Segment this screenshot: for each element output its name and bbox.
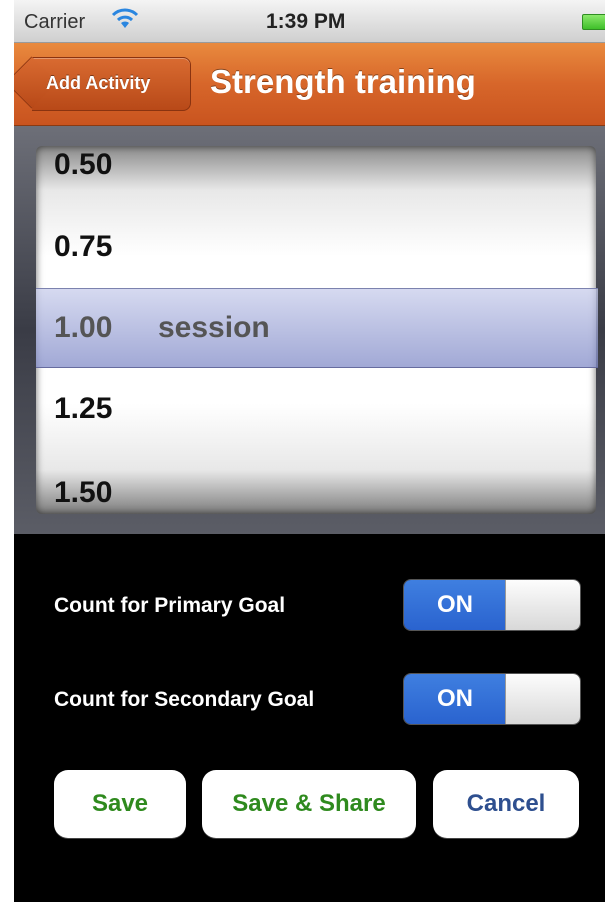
back-button-label: Add Activity — [46, 73, 151, 93]
status-time: 1:39 PM — [266, 10, 346, 33]
carrier-label: Carrier — [24, 11, 86, 33]
page-title: Strength training — [210, 63, 476, 100]
picker-row[interactable]: 1.25 — [54, 392, 112, 426]
picker-row[interactable]: 0.50 — [54, 148, 112, 182]
save-share-button[interactable]: Save & Share — [202, 770, 416, 838]
battery-icon — [582, 14, 605, 30]
picker-unit-label: session — [158, 311, 270, 344]
picker-selected-value: 1.00 — [54, 311, 113, 344]
status-bar: Carrier 1:39 PM — [14, 0, 605, 43]
phone-screen: Carrier 1:39 PM Add Activity Strength tr… — [14, 0, 605, 902]
picker-row[interactable]: 0.75 — [54, 230, 112, 264]
secondary-goal-switch[interactable]: ON — [403, 673, 581, 725]
cancel-button[interactable]: Cancel — [433, 770, 579, 838]
navigation-bar: Add Activity Strength training — [14, 43, 605, 126]
primary-goal-switch[interactable]: ON — [403, 579, 581, 631]
switch-knob[interactable] — [505, 580, 580, 630]
secondary-goal-label: Count for Secondary Goal — [54, 688, 315, 711]
switch-on-label: ON — [404, 674, 506, 724]
save-button[interactable]: Save — [54, 770, 186, 838]
switch-on-label: ON — [404, 580, 506, 630]
switch-knob[interactable] — [505, 674, 580, 724]
picker-selection-bar[interactable]: 1.00 session — [36, 288, 598, 368]
picker-row[interactable]: 1.50 — [54, 476, 112, 510]
wifi-icon — [110, 6, 140, 32]
primary-goal-label: Count for Primary Goal — [54, 594, 286, 617]
quantity-picker[interactable]: 0.50 0.75 1.25 1.50 1.00 session — [14, 126, 605, 534]
back-button[interactable]: Add Activity — [32, 57, 191, 111]
